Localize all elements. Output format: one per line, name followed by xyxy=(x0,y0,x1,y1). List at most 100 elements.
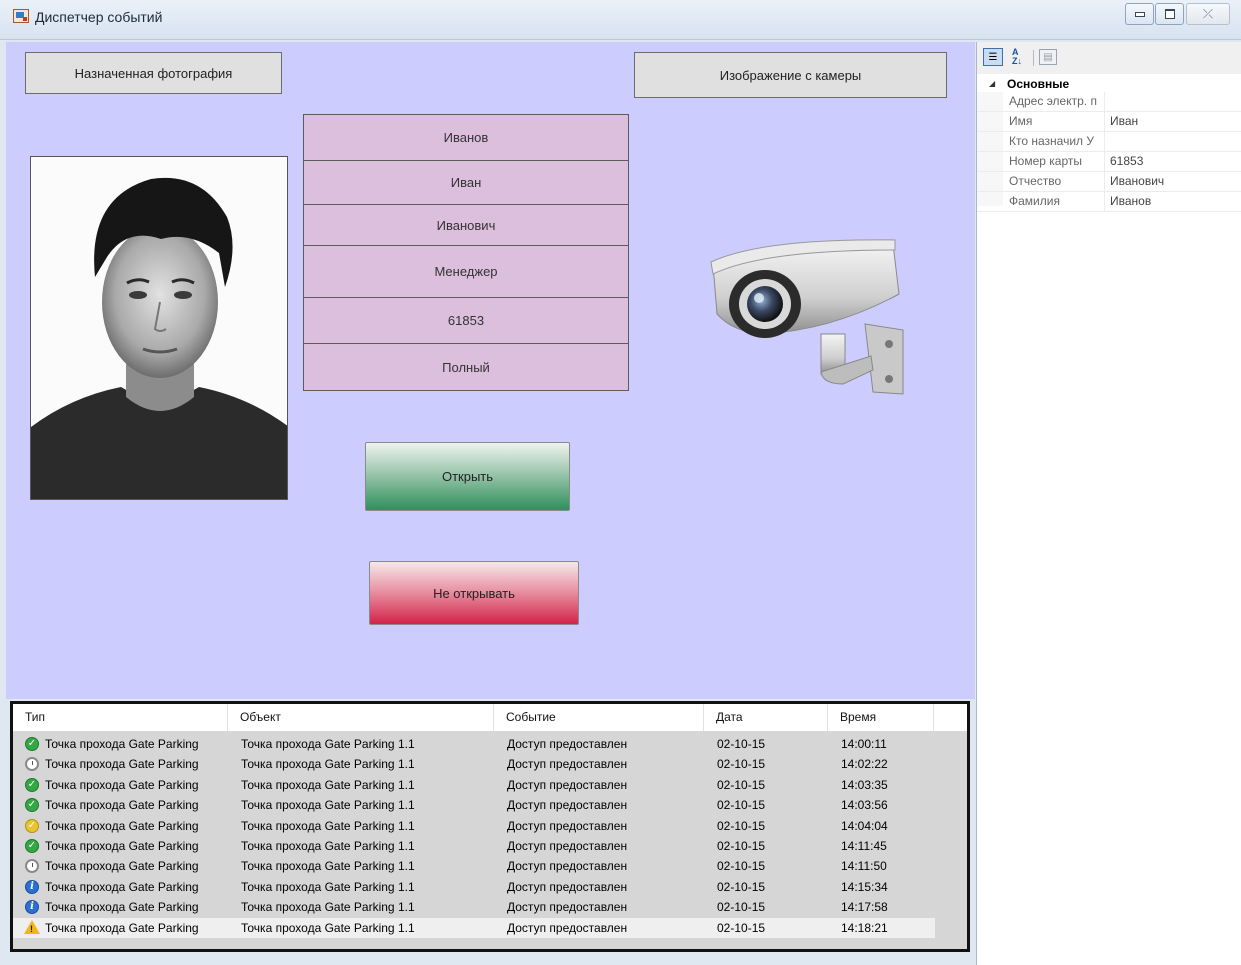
cell-object: Точка прохода Gate Parking 1.1 xyxy=(241,920,415,935)
table-row[interactable]: ✓ Точка прохода Gate Parking Точка прохода… xyxy=(13,734,935,754)
table-row[interactable]: i Точка прохода Gate Parking Точка прохода… xyxy=(13,897,935,917)
cell-date: 02-10-15 xyxy=(717,737,766,751)
table-row[interactable]: ! Точка прохода Gate Parking Точка прохода… xyxy=(13,917,935,938)
cell-object: Точка прохода Gate Parking 1.1 xyxy=(241,818,415,833)
camera-image-button[interactable]: Изображение с камеры xyxy=(634,52,947,98)
main-panel: Назначенная фотография Изображение с кам… xyxy=(6,42,975,699)
cell-event: Доступ предоставлен xyxy=(507,737,628,751)
cell-date: 02-10-15 xyxy=(717,838,766,853)
cell-object: Точка прохода Gate Parking 1.1 xyxy=(241,757,415,772)
person-photo xyxy=(30,156,288,500)
do-not-open-button[interactable]: Не открывать xyxy=(369,561,579,625)
property-name: Отчество xyxy=(1007,172,1105,191)
window-title: Диспетчер событий xyxy=(35,9,163,25)
open-button[interactable]: Открыть xyxy=(365,442,570,511)
column-header-time[interactable]: Время xyxy=(828,704,934,731)
property-row[interactable]: Имя Иван xyxy=(977,112,1241,132)
cell-time: 14:17:58 xyxy=(841,900,888,915)
clock-icon xyxy=(25,757,39,772)
categorized-view-button[interactable]: ☰ xyxy=(983,48,1003,66)
cell-type: Точка прохода Gate Parking xyxy=(45,900,199,915)
cell-date: 02-10-15 xyxy=(717,777,766,792)
column-header-event[interactable]: Событие xyxy=(494,704,704,731)
events-header: Тип Объект Событие Дата Время xyxy=(13,704,967,732)
toolbar-separator xyxy=(1033,50,1034,66)
cell-date: 02-10-15 xyxy=(717,879,766,894)
green-check-circle-icon: ✓ xyxy=(25,777,39,792)
cell-event: Доступ предоставлен xyxy=(507,879,628,894)
green-check-circle-icon: ✓ xyxy=(25,798,39,813)
minimize-icon xyxy=(1134,11,1145,17)
property-list: ◢ Основные Адрес электр. п Имя Иван Кто наз… xyxy=(977,76,1241,212)
property-value[interactable]: Иван xyxy=(1110,112,1138,131)
warning-mark: ! xyxy=(30,923,33,934)
column-header-date[interactable]: Дата xyxy=(704,704,828,731)
info-position: Менеджер xyxy=(303,246,629,298)
cell-object: Точка прохода Gate Parking 1.1 xyxy=(241,859,415,874)
cell-date: 02-10-15 xyxy=(717,757,766,772)
property-name: Фамилия xyxy=(1007,192,1105,211)
title-bar: Диспетчер событий ⤫ xyxy=(0,0,1241,40)
events-list[interactable]: Тип Объект Событие Дата Время ✓ Точка про… xyxy=(10,701,970,952)
info-card-number: 61853 xyxy=(303,298,629,344)
table-row[interactable]: Точка прохода Gate Parking Точка прохода … xyxy=(13,856,935,876)
info-access-level: Полный xyxy=(303,344,629,391)
person-info-table: Иванов Иван Иванович Менеджер 61853 Полн… xyxy=(303,114,629,391)
cell-object: Точка прохода Gate Parking 1.1 xyxy=(241,879,415,894)
cell-type: Точка прохода Gate Parking xyxy=(45,879,199,894)
property-row[interactable]: Номер карты 61853 xyxy=(977,152,1241,172)
property-name: Адрес электр. п xyxy=(1007,92,1105,111)
column-header-type[interactable]: Тип xyxy=(13,704,228,731)
table-row[interactable]: ✓ Точка прохода Gate Parking Точка прохода… xyxy=(13,816,935,836)
assigned-photo-button[interactable]: Назначенная фотография xyxy=(25,52,282,94)
table-row[interactable]: ✓ Точка прохода Gate Parking Точка прохода… xyxy=(13,775,935,795)
cell-event: Доступ предоставлен xyxy=(507,900,628,915)
cell-time: 14:11:50 xyxy=(841,859,887,874)
cell-time: 14:18:21 xyxy=(841,920,888,935)
sort-az-icon: A Z↓ xyxy=(1012,47,1022,66)
cell-type: Точка прохода Gate Parking xyxy=(45,798,199,813)
info-first-name: Иван xyxy=(303,161,629,205)
property-category[interactable]: ◢ Основные xyxy=(977,76,1241,92)
property-row[interactable]: Адрес электр. п xyxy=(977,92,1241,112)
cell-event: Доступ предоставлен xyxy=(507,798,628,813)
cell-event: Доступ предоставлен xyxy=(507,777,628,792)
cell-type: Точка прохода Gate Parking xyxy=(45,737,199,751)
minimize-button[interactable] xyxy=(1125,3,1154,25)
close-button[interactable]: ⤫ xyxy=(1186,3,1230,25)
cell-object: Точка прохода Gate Parking 1.1 xyxy=(241,798,415,813)
cell-type: Точка прохода Gate Parking xyxy=(45,757,199,772)
green-check-circle-icon: ✓ xyxy=(25,838,39,853)
cell-time: 14:03:56 xyxy=(841,798,888,813)
cell-time: 14:02:22 xyxy=(841,757,888,772)
property-grid-toolbar: ☰ A Z↓ ▤ xyxy=(977,42,1241,74)
cell-type: Точка прохода Gate Parking xyxy=(45,777,199,792)
gold-check-circle-icon: ✓ xyxy=(25,818,39,833)
maximize-button[interactable] xyxy=(1155,3,1184,25)
table-row[interactable]: i Точка прохода Gate Parking Точка прохода… xyxy=(13,877,935,897)
property-value[interactable]: Иванович xyxy=(1110,172,1164,191)
collapse-arrow-icon[interactable]: ◢ xyxy=(989,76,995,92)
property-row[interactable]: Фамилия Иванов xyxy=(977,192,1241,212)
table-row[interactable]: ✓ Точка прохода Gate Parking Точка прохода… xyxy=(13,836,935,856)
clock-icon xyxy=(25,859,39,874)
column-header-object[interactable]: Объект xyxy=(228,704,494,731)
cell-date: 02-10-15 xyxy=(717,798,766,813)
alphabetical-sort-button[interactable]: A Z↓ xyxy=(1007,48,1027,66)
cell-time: 14:03:35 xyxy=(841,777,888,792)
property-row[interactable]: Отчество Иванович xyxy=(977,172,1241,192)
cell-date: 02-10-15 xyxy=(717,818,766,833)
events-rows: ✓ Точка прохода Gate Parking Точка прохода… xyxy=(13,734,935,938)
cell-time: 14:04:04 xyxy=(841,818,888,833)
property-pages-button[interactable]: ▤ xyxy=(1039,49,1057,65)
property-row[interactable]: Кто назначил У xyxy=(977,132,1241,152)
security-camera-icon xyxy=(703,234,913,404)
cell-event: Доступ предоставлен xyxy=(507,838,628,853)
table-row[interactable]: Точка прохода Gate Parking Точка прохода … xyxy=(13,754,935,774)
property-value[interactable]: 61853 xyxy=(1110,152,1143,171)
info-circle-icon: i xyxy=(25,879,39,894)
table-row[interactable]: ✓ Точка прохода Gate Parking Точка прохода… xyxy=(13,795,935,815)
property-value[interactable]: Иванов xyxy=(1110,192,1151,211)
cell-event: Доступ предоставлен xyxy=(507,757,628,772)
property-pages-icon: ▤ xyxy=(1043,51,1053,63)
